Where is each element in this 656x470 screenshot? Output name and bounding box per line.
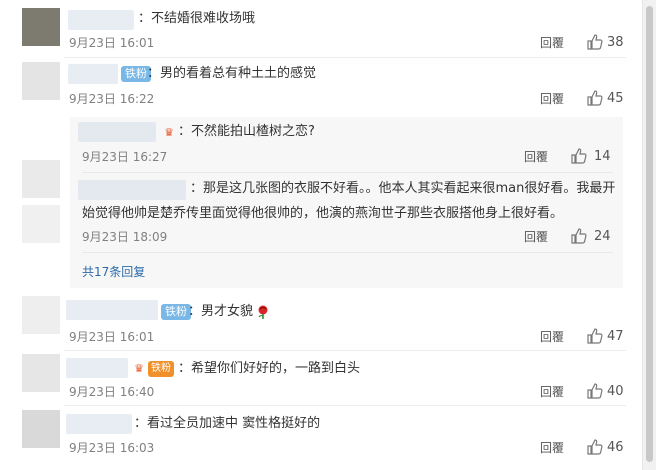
comment-date: 9月23日 16:40	[69, 385, 155, 399]
thumbs-up-icon[interactable]	[587, 90, 603, 106]
username-blurred[interactable]	[66, 414, 132, 434]
divider	[64, 57, 626, 58]
comment-text: ：不结婚很难收场哦	[138, 11, 256, 26]
more-replies-link[interactable]: 共17条回复	[82, 264, 145, 280]
avatar-placeholder	[22, 160, 60, 198]
sub-reply-text-line1: ：那是这几张图的衣服不好看。。他本人其实看起来很man很好看。我最开	[190, 181, 616, 196]
username-blurred[interactable]	[78, 122, 156, 142]
username-blurred[interactable]	[66, 300, 158, 320]
like-count: 38	[607, 35, 624, 50]
like-count: 24	[594, 229, 611, 244]
divider	[82, 172, 613, 173]
reply-button[interactable]: 回覆	[524, 229, 548, 245]
sub-reply-panel	[70, 117, 623, 288]
thumbs-up-icon[interactable]	[587, 34, 603, 50]
thumbs-up-icon[interactable]	[571, 228, 587, 244]
comment-date: 9月23日 16:01	[69, 330, 155, 344]
like-count: 40	[607, 384, 624, 399]
like-count: 14	[594, 149, 611, 164]
fan-badge-orange: 铁粉	[148, 361, 174, 377]
username-blurred[interactable]	[66, 358, 128, 378]
like-count: 45	[607, 91, 624, 106]
reply-button[interactable]: 回覆	[524, 149, 548, 165]
reply-button[interactable]: 回覆	[540, 384, 564, 400]
username-blurred[interactable]	[78, 180, 186, 200]
username-blurred[interactable]	[68, 10, 134, 30]
avatar[interactable]	[22, 296, 60, 334]
username-blurred[interactable]	[68, 64, 118, 84]
comment-text: ：希望你们好好的，一路到白头	[178, 361, 361, 376]
comment-text: ：看过全员加速中 窦性格挺好的	[134, 416, 321, 431]
thumbs-up-icon[interactable]	[587, 383, 603, 399]
scrollbar-thumb[interactable]	[646, 6, 653, 462]
rose-emoji-icon	[258, 305, 268, 319]
vip-icon: ♛	[164, 126, 174, 139]
comment-text: ：男的看着总有种土土的感觉	[147, 66, 317, 81]
comment-text: ：男才女貌	[188, 304, 254, 319]
sub-reply-date: 9月23日 18:09	[82, 230, 168, 244]
sub-reply-date: 9月23日 16:27	[82, 150, 168, 164]
reply-button[interactable]: 回覆	[540, 35, 564, 51]
like-count: 46	[607, 440, 624, 455]
sub-reply-text-line2: 始觉得他帅是楚乔传里面觉得他很帅的，他演的燕洵世子那些衣服搭他身上很好看。	[82, 206, 564, 221]
avatar-placeholder	[22, 205, 60, 243]
avatar[interactable]	[22, 62, 60, 100]
divider	[82, 252, 613, 253]
scrollbar[interactable]	[642, 0, 656, 470]
reply-button[interactable]: 回覆	[540, 440, 564, 456]
like-count: 47	[607, 329, 624, 344]
thumbs-up-icon[interactable]	[571, 148, 587, 164]
thumbs-up-icon[interactable]	[587, 439, 603, 455]
avatar[interactable]	[22, 8, 60, 46]
avatar[interactable]	[22, 354, 60, 392]
sub-reply-text: ：不然能拍山楂树之恋?	[178, 124, 315, 139]
reply-button[interactable]: 回覆	[540, 329, 564, 345]
divider	[64, 350, 626, 351]
avatar[interactable]	[22, 410, 60, 448]
comment-date: 9月23日 16:22	[69, 92, 155, 106]
comment-date: 9月23日 16:01	[69, 36, 155, 50]
comment-date: 9月23日 16:03	[69, 441, 155, 455]
reply-button[interactable]: 回覆	[540, 91, 564, 107]
fan-badge: 铁粉	[161, 304, 191, 320]
vip-icon: ♛	[134, 362, 144, 375]
left-edge	[0, 0, 14, 470]
thumbs-up-icon[interactable]	[587, 328, 603, 344]
divider	[64, 405, 626, 406]
